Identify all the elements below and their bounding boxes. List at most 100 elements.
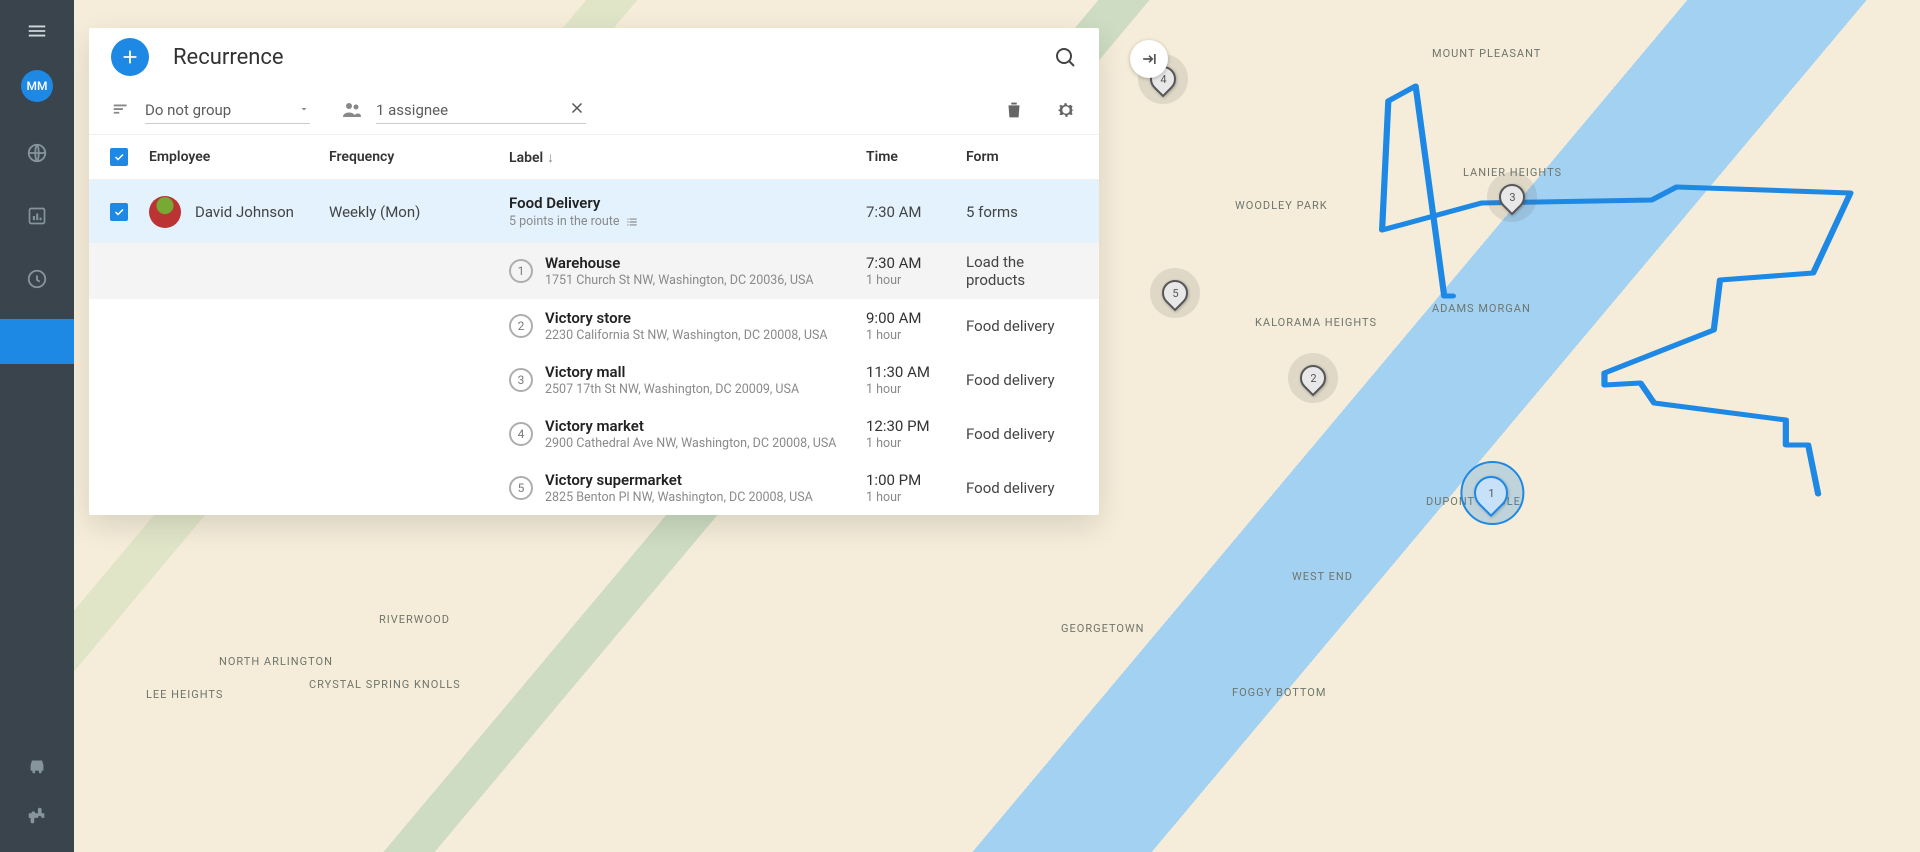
stop-row[interactable]: 1 Warehouse1751 Church St NW, Washington,… [89, 243, 1099, 299]
map-pin-3[interactable]: 3 [1494, 179, 1531, 216]
delete-button[interactable] [1003, 99, 1025, 121]
map-label: MOUNT PLEASANT [1432, 47, 1541, 60]
user-avatar[interactable]: MM [21, 70, 53, 102]
nav-history[interactable] [0, 256, 74, 301]
assignee-input[interactable]: 1 assignee [376, 97, 586, 124]
group-by-select[interactable]: Do not group [145, 97, 310, 124]
row-form: 5 forms [966, 203, 1077, 221]
settings-button[interactable] [1055, 99, 1077, 121]
stop-time: 9:00 AM [866, 309, 966, 327]
stop-row[interactable]: 5 Victory supermarket2825 Benton Pl NW, W… [89, 461, 1099, 515]
close-icon [568, 99, 586, 117]
stop-address: 2507 17th St NW, Washington, DC 20009, U… [545, 382, 799, 397]
recurrence-row[interactable]: David Johnson Weekly (Mon) Food Delivery… [89, 180, 1099, 243]
sort-down-icon: ↓ [547, 150, 554, 166]
row-label: Food Delivery [509, 194, 866, 212]
map-pin-number: 4 [1160, 73, 1166, 86]
stop-form: Food delivery [966, 479, 1077, 497]
col-time[interactable]: Time [866, 149, 966, 165]
stop-title: Victory mall [545, 363, 799, 381]
stop-time: 12:30 PM [866, 417, 966, 435]
sidebar: MM [0, 0, 74, 852]
stop-form: Food delivery [966, 425, 1077, 443]
nav-globe[interactable] [0, 130, 74, 175]
collapse-panel-button[interactable] [1130, 40, 1168, 78]
user-initials: MM [27, 79, 48, 93]
stop-row[interactable]: 4Victory market2900 Cathedral Ave NW, Wa… [89, 407, 1099, 461]
clock-icon [26, 268, 48, 290]
stop-title: Victory supermarket [545, 471, 813, 489]
col-label[interactable]: Label↓ [509, 149, 866, 166]
stop-title: Victory market [545, 417, 836, 435]
select-all-checkbox[interactable] [110, 148, 128, 166]
sort-icon [111, 99, 133, 121]
add-recurrence-button[interactable] [111, 38, 149, 76]
stop-number: 1 [509, 259, 533, 283]
stop-duration: 1 hour [866, 436, 966, 451]
stop-duration: 1 hour [866, 490, 966, 505]
nav-analytics[interactable] [0, 193, 74, 238]
panel-filters: Do not group 1 assignee [89, 86, 1099, 134]
search-icon [1053, 45, 1077, 69]
stop-number: 3 [509, 368, 533, 392]
map-pin-number: 5 [1172, 287, 1178, 300]
stop-number: 2 [509, 314, 533, 338]
assignee-value: 1 assignee [376, 101, 448, 119]
map-label: NORTH ARLINGTON [219, 655, 333, 668]
stop-time: 7:30 AM [866, 254, 966, 272]
clear-assignee-button[interactable] [568, 99, 586, 117]
stop-form: Food delivery [966, 371, 1077, 389]
map-pin-5[interactable]: 5 [1157, 275, 1194, 312]
table-header: Employee Frequency Label↓ Time Form [89, 134, 1099, 180]
map-label: CRYSTAL SPRING KNOLLS [309, 678, 461, 691]
map-pin-number: 2 [1310, 372, 1316, 385]
map-label: WEST END [1292, 570, 1353, 583]
stop-duration: 1 hour [866, 328, 966, 343]
stop-row[interactable]: 3 Victory mall2507 17th St NW, Washington… [89, 353, 1099, 407]
nav-plugins[interactable] [26, 805, 48, 827]
nav [0, 130, 74, 364]
stop-form: Food delivery [966, 317, 1077, 335]
row-checkbox[interactable] [110, 203, 128, 221]
plus-icon [119, 46, 141, 68]
recurrence-icon [26, 331, 48, 353]
col-employee[interactable]: Employee [149, 149, 329, 165]
col-form[interactable]: Form [966, 149, 1077, 165]
col-frequency[interactable]: Frequency [329, 149, 509, 165]
stop-address: 2230 California St NW, Washington, DC 20… [545, 328, 828, 343]
row-time: 7:30 AM [866, 203, 966, 221]
globe-icon [26, 142, 48, 164]
stop-title: Victory store [545, 309, 828, 327]
map-label: GEORGETOWN [1061, 622, 1145, 635]
stop-title: Warehouse [545, 254, 814, 272]
stop-number: 5 [509, 476, 533, 500]
collapse-icon [1139, 49, 1159, 69]
stop-time: 11:30 AM [866, 363, 966, 381]
map-label: KALORAMA HEIGHTS [1255, 316, 1377, 329]
map-label: WOODLEY PARK [1235, 199, 1328, 212]
stop-row[interactable]: 2 Victory store2230 California St NW, Was… [89, 299, 1099, 353]
bar-chart-icon [27, 206, 47, 226]
puzzle-icon [26, 805, 48, 827]
nav-recurrence-active[interactable] [0, 319, 74, 364]
map-pin-2[interactable]: 2 [1295, 360, 1332, 397]
map[interactable]: WOODLEY PARK KALORAMA HEIGHTS MOUNT PLEASA… [74, 0, 1920, 852]
people-icon [340, 98, 364, 122]
search-button[interactable] [1053, 45, 1077, 69]
map-pin-1[interactable]: 1 [1467, 469, 1515, 517]
menu-icon[interactable] [26, 20, 48, 42]
map-label: RIVERWOOD [379, 613, 450, 626]
employee-avatar [149, 196, 181, 228]
group-by-value: Do not group [145, 101, 231, 119]
panel-title: Recurrence [173, 45, 284, 70]
map-pin-number: 3 [1509, 191, 1515, 204]
map-label: ADAMS MORGAN [1432, 302, 1531, 315]
nav-vehicles[interactable] [26, 755, 48, 777]
stop-form: Load the products [966, 253, 1077, 289]
map-pin-number: 1 [1488, 487, 1494, 500]
map-label: FOGGY BOTTOM [1232, 686, 1326, 699]
stop-address: 1751 Church St NW, Washington, DC 20036,… [545, 273, 814, 288]
stop-address: 2825 Benton Pl NW, Washington, DC 20008,… [545, 490, 813, 505]
chevron-down-icon [298, 103, 310, 115]
route-list-icon [625, 215, 639, 229]
